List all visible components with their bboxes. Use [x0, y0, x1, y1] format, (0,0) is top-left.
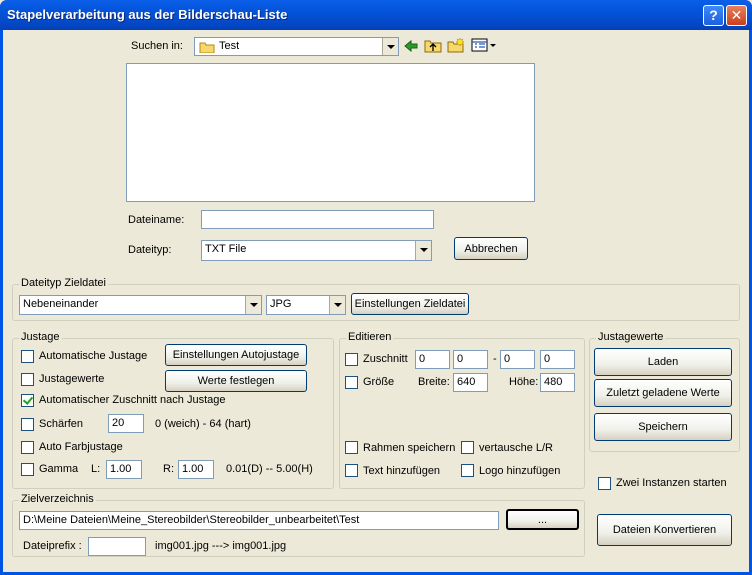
window-title: Stapelverarbeitung aus der Bilderschau-L… — [7, 7, 288, 22]
new-folder-icon[interactable] — [447, 37, 465, 53]
filetype-value: TXT File — [205, 243, 247, 255]
cancel-button[interactable]: Abbrechen — [454, 237, 528, 260]
convert-files-button[interactable]: Dateien Konvertieren — [597, 514, 732, 546]
dialog-window: Stapelverarbeitung aus der Bilderschau-L… — [0, 0, 752, 575]
chevron-down-icon[interactable] — [415, 241, 431, 260]
last-loaded-values-label: Zuletzt geladene Werte — [606, 387, 720, 399]
search-in-dropdown[interactable]: Test — [194, 37, 399, 56]
browse-button-label: ... — [537, 513, 548, 526]
target-directory-input[interactable]: D:\Meine Dateien\Meine_Stereobilder\Ster… — [19, 511, 499, 530]
save-button[interactable]: Speichern — [594, 413, 732, 441]
target-filetype-title: Dateityp Zieldatei — [19, 277, 108, 289]
help-button[interactable]: ? — [703, 5, 724, 26]
height-label: Höhe: — [509, 376, 539, 388]
auto-justage-settings-label: Einstellungen Autojustage — [172, 349, 300, 361]
gamma-r-label: R: — [163, 463, 174, 475]
sharpen-input[interactable]: 20 — [108, 414, 144, 433]
chevron-down-icon[interactable] — [329, 296, 345, 314]
folder-icon — [199, 42, 215, 53]
layout-value: Nebeneinander — [23, 298, 99, 310]
set-values-label: Werte festlegen — [197, 375, 275, 387]
sharpen-range: 0 (weich) - 64 (hart) — [155, 418, 251, 430]
auto-justage-label: Automatische Justage — [39, 350, 148, 362]
set-values-button[interactable]: Werte festlegen — [165, 370, 307, 392]
width-input[interactable]: 640 — [453, 373, 488, 392]
crop-checkbox[interactable] — [345, 353, 358, 366]
edit-title: Editieren — [346, 331, 394, 343]
save-button-label: Speichern — [638, 421, 688, 433]
filetype-dropdown[interactable]: TXT File — [201, 240, 432, 261]
two-instances-label: Zwei Instanzen starten — [616, 477, 727, 489]
convert-files-label: Dateien Konvertieren — [612, 524, 717, 536]
auto-justage-settings-button[interactable]: Einstellungen Autojustage — [165, 344, 307, 366]
crop-label: Zuschnitt — [363, 353, 408, 365]
dialog-client: Suchen in: Test Dateiname: Dateityp: TXT… — [3, 30, 749, 572]
layout-dropdown[interactable]: Nebeneinander — [19, 295, 262, 315]
crop-input-4[interactable]: 0 — [540, 350, 575, 369]
filename-label: Dateiname: — [128, 214, 185, 226]
justage-values-checkbox[interactable] — [21, 373, 34, 386]
gamma-l-input[interactable]: 1.00 — [106, 460, 142, 479]
last-loaded-values-button[interactable]: Zuletzt geladene Werte — [594, 379, 732, 407]
gamma-range: 0.01(D) -- 5.00(H) — [226, 463, 313, 475]
add-text-label: Text hinzufügen — [363, 465, 441, 477]
file-prefix-label: Dateiprefix : — [23, 540, 82, 552]
view-menu-icon[interactable] — [471, 38, 497, 52]
size-checkbox[interactable] — [345, 376, 358, 389]
two-instances-checkbox[interactable] — [598, 477, 611, 490]
folder-up-icon[interactable] — [424, 38, 442, 53]
auto-color-checkbox[interactable] — [21, 441, 34, 454]
search-in-label: Suchen in: — [131, 40, 183, 52]
load-button[interactable]: Laden — [594, 348, 732, 376]
gamma-l-label: L: — [91, 463, 101, 475]
chevron-down-icon[interactable] — [382, 38, 398, 55]
auto-justage-checkbox[interactable] — [21, 350, 34, 363]
width-label: Breite: — [418, 376, 450, 388]
crop-input-1[interactable]: 0 — [415, 350, 450, 369]
load-button-label: Laden — [647, 356, 679, 368]
auto-color-label: Auto Farbjustage — [39, 441, 123, 453]
add-logo-checkbox[interactable] — [461, 464, 474, 477]
target-directory-title: Zielverzeichnis — [19, 493, 96, 505]
chevron-down-icon[interactable] — [245, 296, 261, 314]
search-in-value: Test — [219, 40, 240, 52]
save-frame-label: Rahmen speichern — [363, 442, 456, 454]
cancel-button-label: Abbrechen — [464, 242, 518, 255]
target-settings-label: Einstellungen Zieldatei — [354, 298, 466, 310]
filename-input[interactable] — [201, 210, 434, 229]
format-value: JPG — [270, 298, 292, 310]
size-label: Größe — [363, 376, 395, 388]
add-logo-label: Logo hinzufügen — [479, 465, 561, 477]
justage-values-title: Justagewerte — [596, 331, 666, 343]
height-input[interactable]: 480 — [540, 373, 575, 392]
autocrop-checkbox[interactable] — [21, 394, 34, 407]
format-dropdown[interactable]: JPG — [266, 295, 346, 315]
autocrop-label: Automatischer Zuschnitt nach Justage — [39, 394, 226, 406]
justage-title: Justage — [19, 331, 62, 343]
gamma-checkbox[interactable] — [21, 463, 34, 476]
file-prefix-input[interactable] — [88, 537, 146, 556]
title-bar[interactable]: Stapelverarbeitung aus der Bilderschau-L… — [0, 0, 752, 30]
file-list[interactable] — [126, 63, 535, 202]
filetype-label: Dateityp: — [128, 244, 172, 256]
gamma-r-input[interactable]: 1.00 — [178, 460, 214, 479]
swap-lr-label: vertausche L/R — [479, 442, 553, 454]
justage-values-label: Justagewerte — [39, 373, 105, 385]
close-button[interactable]: ✕ — [726, 5, 747, 26]
add-text-checkbox[interactable] — [345, 464, 358, 477]
save-frame-checkbox[interactable] — [345, 441, 358, 454]
sharpen-label: Schärfen — [39, 418, 84, 430]
crop-input-2[interactable]: 0 — [453, 350, 488, 369]
gamma-label: Gamma — [39, 463, 79, 475]
crop-dash: - — [493, 353, 497, 365]
target-settings-button[interactable]: Einstellungen Zieldatei — [351, 293, 469, 315]
file-prefix-example: img001.jpg ---> img001.jpg — [155, 540, 287, 552]
back-arrow-icon[interactable] — [403, 39, 419, 53]
crop-input-3[interactable]: 0 — [500, 350, 535, 369]
browse-button[interactable]: ... — [506, 509, 579, 530]
swap-lr-checkbox[interactable] — [461, 441, 474, 454]
sharpen-checkbox[interactable] — [21, 418, 34, 431]
